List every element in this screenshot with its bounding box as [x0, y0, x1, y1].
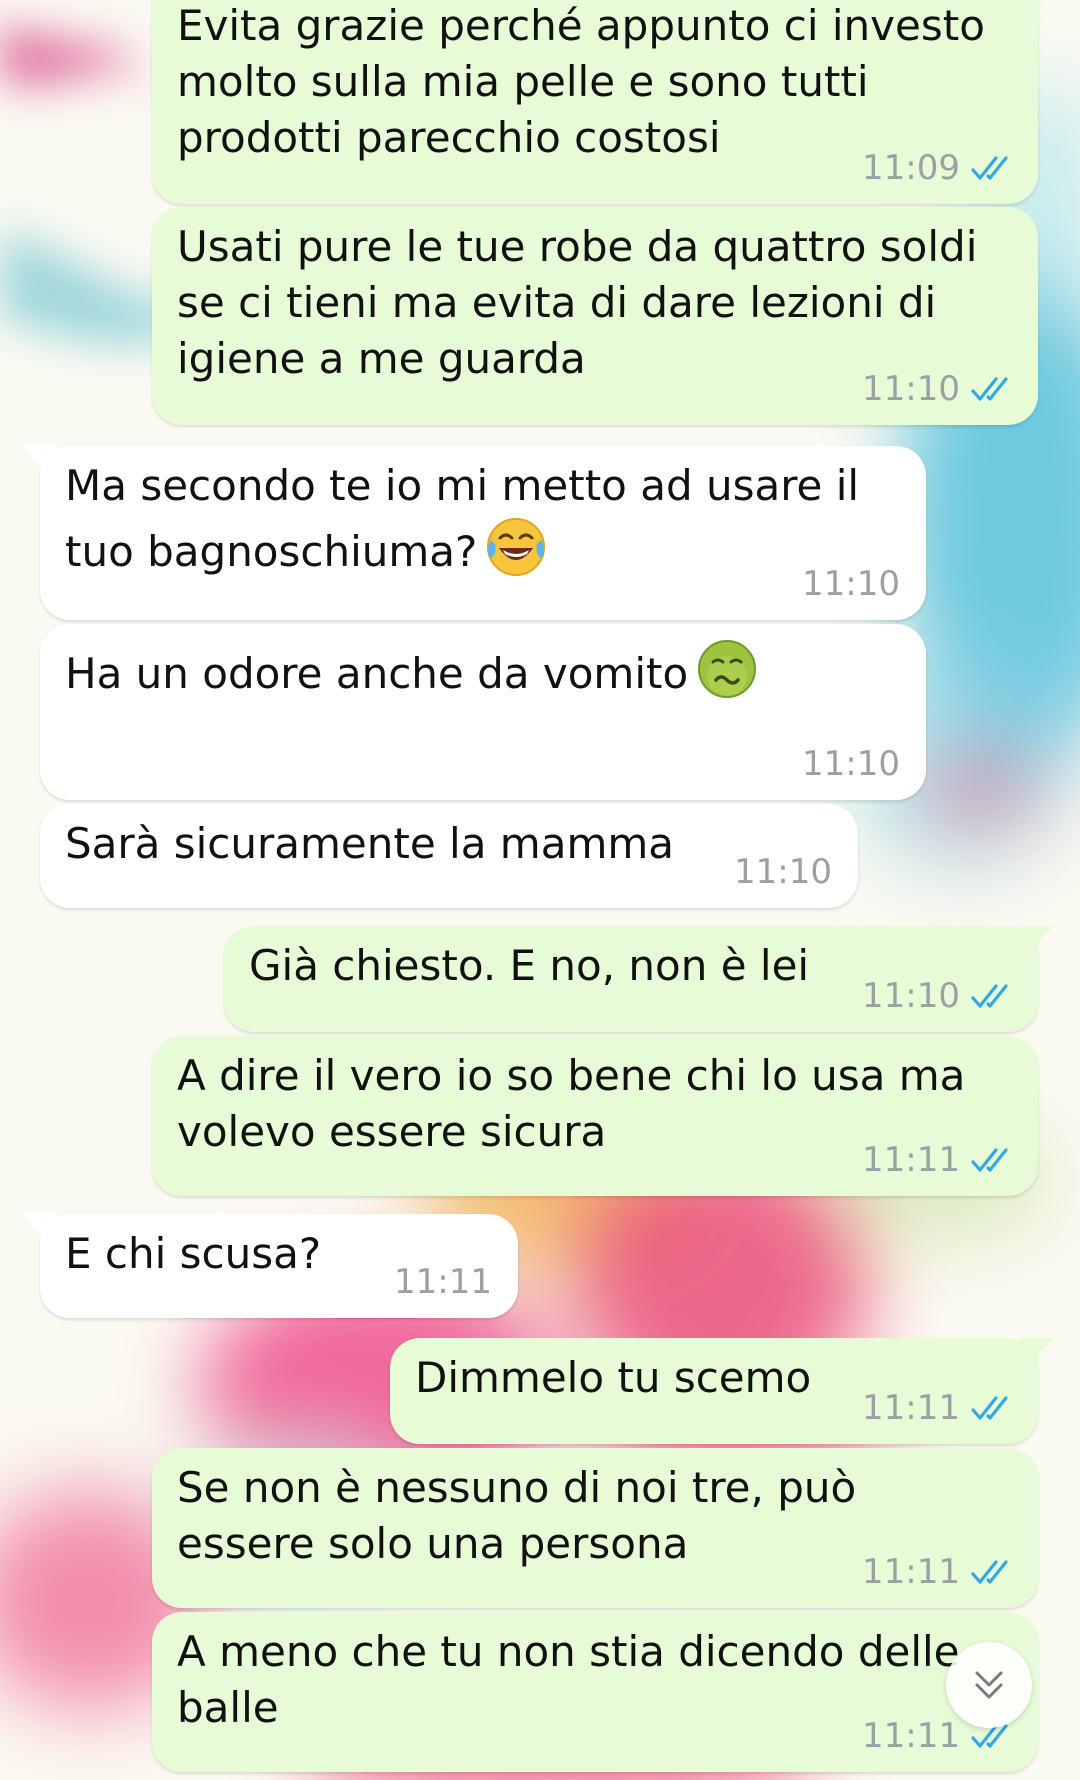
- message-timestamp: 11:10: [862, 976, 960, 1016]
- message-meta: 11:11: [862, 1388, 1012, 1428]
- message-meta: 11:11: [862, 1552, 1012, 1592]
- outgoing-message-bubble[interactable]: Se non è nessuno di noi tre, può essere …: [152, 1448, 1038, 1608]
- incoming-message-bubble[interactable]: Sarà sicuramente la mamma 11:10: [40, 804, 858, 908]
- chat-message-list[interactable]: Evita grazie perché appunto ci investo m…: [0, 0, 1080, 1780]
- message-timestamp: 11:10: [802, 744, 900, 784]
- message-text: Sarà sicuramente la mamma: [65, 819, 675, 868]
- bubble-tail: [22, 1214, 56, 1244]
- message-timestamp: 11:10: [734, 852, 832, 892]
- message-text: Usati pure le tue robe da quattro soldi …: [177, 222, 978, 383]
- message-meta: 11:09: [862, 148, 1012, 188]
- outgoing-message-bubble[interactable]: Usati pure le tue robe da quattro soldi …: [152, 207, 1038, 425]
- outgoing-message-bubble[interactable]: A meno che tu non stia dicendo delle bal…: [152, 1612, 1038, 1772]
- incoming-message-bubble[interactable]: Ma secondo te io mi metto ad usare il tu…: [22, 446, 926, 620]
- message-timestamp: 11:11: [862, 1716, 960, 1756]
- read-receipt-icon: [971, 156, 1008, 180]
- outgoing-message-bubble[interactable]: A dire il vero io so bene chi lo usa ma …: [152, 1036, 1038, 1196]
- read-receipt-icon: [971, 377, 1008, 401]
- message-meta: 11:11: [394, 1262, 492, 1302]
- outgoing-message-bubble[interactable]: Evita grazie perché appunto ci investo m…: [152, 0, 1041, 204]
- incoming-message-bubble[interactable]: E chi scusa? 11:11: [22, 1214, 518, 1318]
- read-receipt-icon: [971, 984, 1008, 1008]
- message-meta: 11:10: [862, 976, 1012, 1016]
- message-meta: 11:10: [734, 852, 832, 892]
- scroll-to-bottom-button[interactable]: [946, 1642, 1032, 1728]
- message-timestamp: 11:11: [862, 1388, 960, 1428]
- message-timestamp: 11:10: [802, 564, 900, 604]
- message-text: Ha un odore anche da vomito: [65, 649, 689, 698]
- read-receipt-icon: [971, 1560, 1008, 1584]
- message-meta: 11:10: [862, 369, 1012, 409]
- message-timestamp: 11:10: [862, 369, 960, 409]
- read-receipt-icon: [971, 1148, 1008, 1172]
- message-timestamp: 11:11: [862, 1552, 960, 1592]
- bubble-tail: [1020, 1338, 1054, 1368]
- bubble-tail: [1020, 0, 1041, 16]
- message-timestamp: 11:11: [862, 1140, 960, 1180]
- message-meta: 11:10: [802, 744, 900, 784]
- bubble-tail: [1020, 926, 1054, 956]
- message-timestamp: 11:09: [862, 148, 960, 188]
- message-meta: 11:10: [802, 564, 900, 604]
- incoming-message-bubble[interactable]: Ha un odore anche da vomito 11:10: [40, 624, 926, 800]
- message-meta: 11:11: [862, 1140, 1012, 1180]
- read-receipt-icon: [971, 1396, 1008, 1420]
- outgoing-message-bubble[interactable]: Dimmelo tu scemo 11:11: [390, 1338, 1054, 1444]
- message-text: Evita grazie perché appunto ci investo m…: [177, 1, 985, 162]
- nauseated-face-emoji: [698, 640, 757, 698]
- message-text: Ma secondo te io mi metto ad usare il tu…: [65, 461, 860, 576]
- bubble-tail: [22, 446, 56, 476]
- face-with-tears-of-joy-emoji: [487, 518, 546, 576]
- outgoing-message-bubble[interactable]: Già chiesto. E no, non è lei 11:10: [224, 926, 1054, 1032]
- double-chevron-down-icon: [975, 1671, 1003, 1699]
- message-timestamp: 11:11: [394, 1262, 492, 1302]
